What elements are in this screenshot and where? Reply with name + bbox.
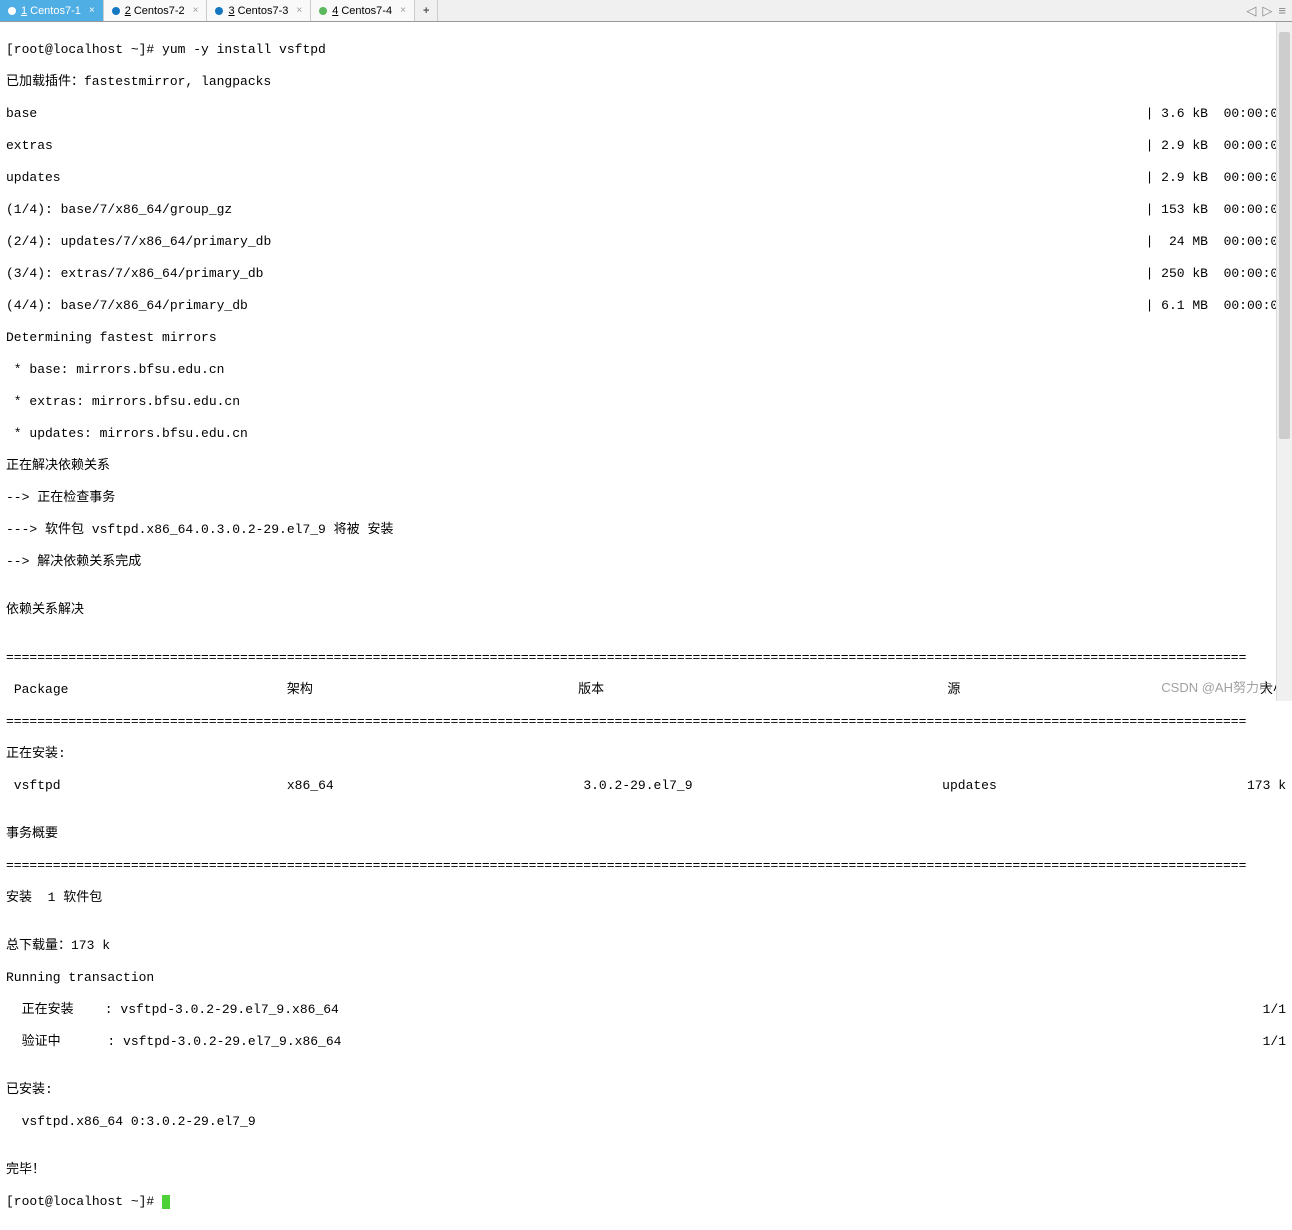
scroll-left-icon[interactable]: ◁ bbox=[1246, 3, 1256, 19]
status-dot-icon bbox=[215, 7, 223, 15]
tab-number: 3 bbox=[228, 5, 234, 17]
watermark: CSDN @AH努力中 bbox=[1161, 677, 1272, 696]
separator-line: ========================================… bbox=[6, 714, 1286, 730]
status-dot-icon bbox=[112, 7, 120, 15]
tab-label: Centos7-3 bbox=[238, 5, 289, 17]
separator-line: ========================================… bbox=[6, 650, 1286, 666]
tab-label: Centos7-4 bbox=[341, 5, 392, 17]
dep-line: 正在解决依赖关系 bbox=[6, 458, 1286, 474]
repo-row: base| 3.6 kB 00:00:00 bbox=[6, 106, 1286, 122]
complete-line: 完毕！ bbox=[6, 1162, 1286, 1178]
terminal-output[interactable]: [root@localhost ~]# yum -y install vsftp… bbox=[0, 22, 1292, 1230]
prompt-line: [root@localhost ~]# bbox=[6, 1194, 1286, 1210]
mirror-line: * extras: mirrors.bfsu.edu.cn bbox=[6, 394, 1286, 410]
tab-centos7-4[interactable]: 4 Centos7-4 × bbox=[311, 0, 415, 21]
tab-label: Centos7-1 bbox=[30, 5, 81, 17]
status-dot-icon bbox=[8, 7, 16, 15]
repo-row: (1/4): base/7/x86_64/group_gz| 153 kB 00… bbox=[6, 202, 1286, 218]
scroll-right-icon[interactable]: ▷ bbox=[1262, 3, 1272, 19]
dep-line: ---> 软件包 vsftpd.x86_64.0.3.0.2-29.el7_9 … bbox=[6, 522, 1286, 538]
table-header: Package 架构 版本 源大小 bbox=[6, 682, 1286, 698]
repo-row: updates| 2.9 kB 00:00:00 bbox=[6, 170, 1286, 186]
cursor-icon bbox=[162, 1195, 170, 1209]
trans-row: 正在安装 : vsftpd-3.0.2-29.el7_9.x86_641/1 bbox=[6, 1002, 1286, 1018]
menu-icon[interactable]: ≡ bbox=[1278, 3, 1286, 18]
close-icon[interactable]: × bbox=[193, 5, 199, 16]
tab-number: 4 bbox=[332, 5, 338, 17]
close-icon[interactable]: × bbox=[296, 5, 302, 16]
mirrors-header: Determining fastest mirrors bbox=[6, 330, 1286, 346]
installing-label: 正在安装: bbox=[6, 746, 1286, 762]
plugins-line: 已加载插件：fastestmirror, langpacks bbox=[6, 74, 1286, 90]
transaction-header: Running transaction bbox=[6, 970, 1286, 986]
repo-row: (2/4): updates/7/x86_64/primary_db| 24 M… bbox=[6, 234, 1286, 250]
total-download: 总下载量：173 k bbox=[6, 938, 1286, 954]
package-row: vsftpd x86_64 3.0.2-29.el7_9 updates173 … bbox=[6, 778, 1286, 794]
install-count: 安装 1 软件包 bbox=[6, 890, 1286, 906]
mirror-line: * updates: mirrors.bfsu.edu.cn bbox=[6, 426, 1286, 442]
separator-line: ========================================… bbox=[6, 858, 1286, 874]
trans-row: 验证中 : vsftpd-3.0.2-29.el7_9.x86_641/1 bbox=[6, 1034, 1286, 1050]
tab-label: Centos7-2 bbox=[134, 5, 185, 17]
repo-row: (4/4): base/7/x86_64/primary_db| 6.1 MB … bbox=[6, 298, 1286, 314]
tab-bar-controls: ◁ ▷ ≡ bbox=[1246, 3, 1292, 19]
dep-line: --> 解决依赖关系完成 bbox=[6, 554, 1286, 570]
repo-row: (3/4): extras/7/x86_64/primary_db| 250 k… bbox=[6, 266, 1286, 282]
tab-centos7-1[interactable]: 1 Centos7-1 × bbox=[0, 0, 104, 21]
close-icon[interactable]: × bbox=[400, 5, 406, 16]
prompt-line: [root@localhost ~]# yum -y install vsftp… bbox=[6, 42, 1286, 58]
status-dot-icon bbox=[319, 7, 327, 15]
tab-number: 2 bbox=[125, 5, 131, 17]
close-icon[interactable]: × bbox=[89, 5, 95, 16]
scroll-thumb[interactable] bbox=[1279, 32, 1290, 439]
dep-line: --> 正在检查事务 bbox=[6, 490, 1286, 506]
scrollbar[interactable] bbox=[1276, 22, 1292, 701]
installed-header: 已安装: bbox=[6, 1082, 1286, 1098]
add-tab-button[interactable]: + bbox=[415, 0, 438, 21]
tab-centos7-3[interactable]: 3 Centos7-3 × bbox=[207, 0, 311, 21]
mirror-line: * base: mirrors.bfsu.edu.cn bbox=[6, 362, 1286, 378]
summary-header: 事务概要 bbox=[6, 826, 1286, 842]
tab-number: 1 bbox=[21, 5, 27, 17]
installed-package: vsftpd.x86_64 0:3.0.2-29.el7_9 bbox=[6, 1114, 1286, 1130]
tab-centos7-2[interactable]: 2 Centos7-2 × bbox=[104, 0, 208, 21]
deps-resolved: 依赖关系解决 bbox=[6, 602, 1286, 618]
repo-row: extras| 2.9 kB 00:00:00 bbox=[6, 138, 1286, 154]
tab-bar: 1 Centos7-1 × 2 Centos7-2 × 3 Centos7-3 … bbox=[0, 0, 1292, 22]
